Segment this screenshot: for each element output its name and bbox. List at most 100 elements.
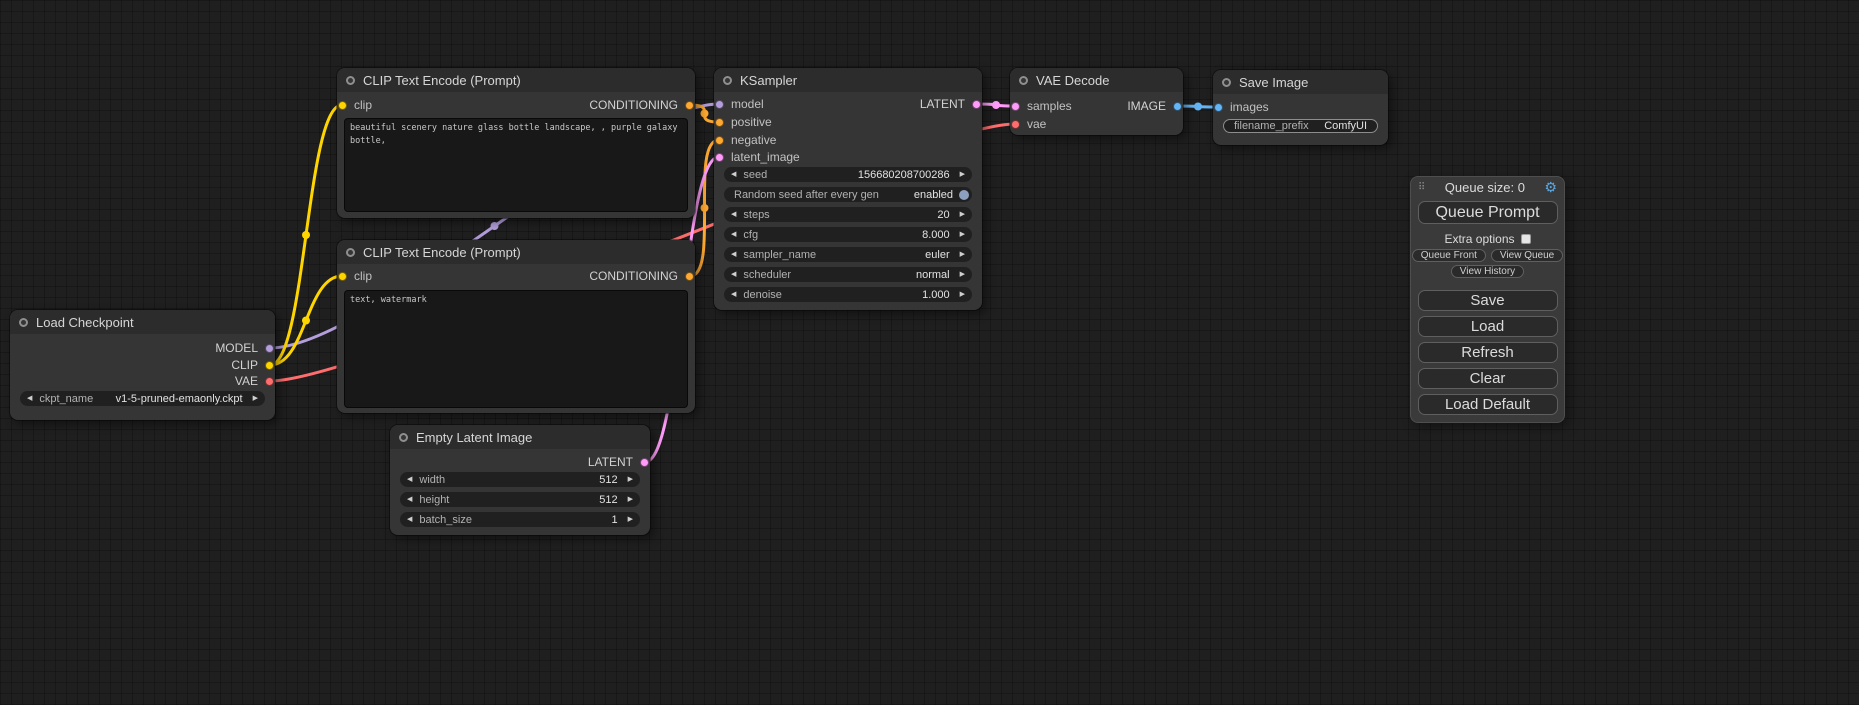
prompt-textarea[interactable]: text, watermark	[344, 290, 688, 408]
port-label: clip	[354, 98, 372, 112]
conditioning-port-dot[interactable]	[715, 118, 724, 127]
prompt-textarea[interactable]: beautiful scenery nature glass bottle la…	[344, 118, 688, 212]
random-seed-toggle-widget[interactable]: Random seed after every gen enabled	[724, 187, 972, 202]
latent-port-dot[interactable]	[640, 458, 649, 467]
increment-arrow-icon[interactable]: ▶	[621, 512, 640, 527]
increment-arrow-icon[interactable]: ▶	[953, 167, 972, 182]
increment-arrow-icon[interactable]: ▶	[953, 247, 972, 262]
node-clip-text-encode-negative[interactable]: CLIP Text Encode (Prompt) clip CONDITION…	[337, 240, 695, 413]
extra-options-checkbox[interactable]	[1521, 234, 1531, 244]
widget-label: cfg	[743, 229, 758, 241]
decrement-arrow-icon[interactable]: ◀	[724, 247, 743, 262]
port-label: CONDITIONING	[589, 98, 678, 112]
steps-widget[interactable]: ◀ steps 20 ▶	[724, 207, 972, 222]
height-widget[interactable]: ◀ height 512 ▶	[400, 492, 640, 507]
sampler-name-widget[interactable]: ◀ sampler_name euler ▶	[724, 247, 972, 262]
latent-port-dot[interactable]	[715, 153, 724, 162]
drag-handle-icon[interactable]: ⠿	[1418, 182, 1425, 193]
output-port-model: MODEL	[215, 340, 274, 356]
node-title-bar[interactable]: Save Image	[1213, 70, 1388, 94]
batch-size-widget[interactable]: ◀ batch_size 1 ▶	[400, 512, 640, 527]
node-vae-decode[interactable]: VAE Decode samples vae IMAGE	[1010, 68, 1183, 135]
queue-menu-panel: ⠿ Queue size: 0 ⚙ Queue Prompt Extra opt…	[1410, 176, 1565, 423]
port-label: positive	[731, 115, 772, 129]
port-label: IMAGE	[1127, 99, 1166, 113]
filename-prefix-widget[interactable]: filename_prefix ComfyUI	[1223, 119, 1378, 133]
node-status-dot	[346, 248, 355, 257]
widget-label: sampler_name	[743, 249, 816, 261]
output-port-conditioning: CONDITIONING	[589, 97, 694, 113]
node-empty-latent-image[interactable]: Empty Latent Image LATENT ◀ width 512 ▶ …	[390, 425, 650, 535]
output-port-conditioning: CONDITIONING	[589, 268, 694, 284]
increment-arrow-icon[interactable]: ▶	[246, 391, 265, 406]
queue-front-button[interactable]: Queue Front	[1412, 249, 1486, 262]
vae-port-dot[interactable]	[265, 377, 274, 386]
decrement-arrow-icon[interactable]: ◀	[400, 472, 419, 487]
node-title-bar[interactable]: VAE Decode	[1010, 68, 1183, 92]
increment-arrow-icon[interactable]: ▶	[953, 287, 972, 302]
node-title-bar[interactable]: Load Checkpoint	[10, 310, 275, 334]
node-load-checkpoint[interactable]: Load Checkpoint MODEL CLIP VAE ◀ ckpt_na…	[10, 310, 275, 420]
conditioning-port-dot[interactable]	[685, 272, 694, 281]
latent-port-dot[interactable]	[972, 100, 981, 109]
widget-label: scheduler	[743, 269, 791, 281]
decrement-arrow-icon[interactable]: ◀	[724, 207, 743, 222]
decrement-arrow-icon[interactable]: ◀	[724, 227, 743, 242]
decrement-arrow-icon[interactable]: ◀	[400, 492, 419, 507]
model-port-dot[interactable]	[265, 344, 274, 353]
load-button[interactable]: Load	[1418, 316, 1558, 337]
node-clip-text-encode-positive[interactable]: CLIP Text Encode (Prompt) clip CONDITION…	[337, 68, 695, 218]
scheduler-widget[interactable]: ◀ scheduler normal ▶	[724, 267, 972, 282]
input-port-clip: clip	[338, 268, 372, 284]
view-queue-button[interactable]: View Queue	[1491, 249, 1563, 262]
increment-arrow-icon[interactable]: ▶	[953, 267, 972, 282]
increment-arrow-icon[interactable]: ▶	[953, 207, 972, 222]
width-widget[interactable]: ◀ width 512 ▶	[400, 472, 640, 487]
refresh-button[interactable]: Refresh	[1418, 342, 1558, 363]
decrement-arrow-icon[interactable]: ◀	[20, 391, 39, 406]
decrement-arrow-icon[interactable]: ◀	[400, 512, 419, 527]
decrement-arrow-icon[interactable]: ◀	[724, 287, 743, 302]
increment-arrow-icon[interactable]: ▶	[621, 472, 640, 487]
node-title-bar[interactable]: KSampler	[714, 68, 982, 92]
image-port-dot[interactable]	[1173, 102, 1182, 111]
load-default-button[interactable]: Load Default	[1418, 394, 1558, 415]
node-title-bar[interactable]: CLIP Text Encode (Prompt)	[337, 68, 695, 92]
clear-button[interactable]: Clear	[1418, 368, 1558, 389]
input-port-positive: positive	[715, 114, 772, 130]
widget-value: 156680208700286	[858, 169, 953, 181]
seed-widget[interactable]: ◀ seed 156680208700286 ▶	[724, 167, 972, 182]
increment-arrow-icon[interactable]: ▶	[953, 227, 972, 242]
ckpt-name-widget[interactable]: ◀ ckpt_name v1-5-pruned-emaonly.ckpt ▶	[20, 391, 265, 406]
widget-label: denoise	[743, 289, 782, 301]
clip-port-dot[interactable]	[265, 361, 274, 370]
view-history-button[interactable]: View History	[1451, 265, 1524, 278]
settings-gear-icon[interactable]: ⚙	[1544, 179, 1557, 196]
cfg-widget[interactable]: ◀ cfg 8.000 ▶	[724, 227, 972, 242]
decrement-arrow-icon[interactable]: ◀	[724, 167, 743, 182]
widget-value: 8.000	[922, 229, 953, 241]
node-ksampler[interactable]: KSampler model positive negative latent_…	[714, 68, 982, 310]
model-port-dot[interactable]	[715, 100, 724, 109]
save-button[interactable]: Save	[1418, 290, 1558, 311]
vae-port-dot[interactable]	[1011, 120, 1020, 129]
widget-value: ComfyUI	[1324, 120, 1377, 132]
conditioning-port-dot[interactable]	[715, 136, 724, 145]
increment-arrow-icon[interactable]: ▶	[621, 492, 640, 507]
denoise-widget[interactable]: ◀ denoise 1.000 ▶	[724, 287, 972, 302]
queue-prompt-button[interactable]: Queue Prompt	[1418, 201, 1558, 224]
extra-options-row: Extra options	[1444, 232, 1530, 245]
output-port-latent: LATENT	[920, 96, 981, 112]
clip-port-dot[interactable]	[338, 272, 347, 281]
latent-port-dot[interactable]	[1011, 102, 1020, 111]
decrement-arrow-icon[interactable]: ◀	[724, 267, 743, 282]
image-port-dot[interactable]	[1214, 103, 1223, 112]
clip-port-dot[interactable]	[338, 101, 347, 110]
port-label: LATENT	[920, 97, 965, 111]
node-title-bar[interactable]: Empty Latent Image	[390, 425, 650, 449]
node-title-bar[interactable]: CLIP Text Encode (Prompt)	[337, 240, 695, 264]
conditioning-port-dot[interactable]	[685, 101, 694, 110]
node-title: CLIP Text Encode (Prompt)	[363, 245, 521, 260]
toggle-enabled-dot[interactable]	[959, 190, 969, 200]
node-save-image[interactable]: Save Image images filename_prefix ComfyU…	[1213, 70, 1388, 145]
